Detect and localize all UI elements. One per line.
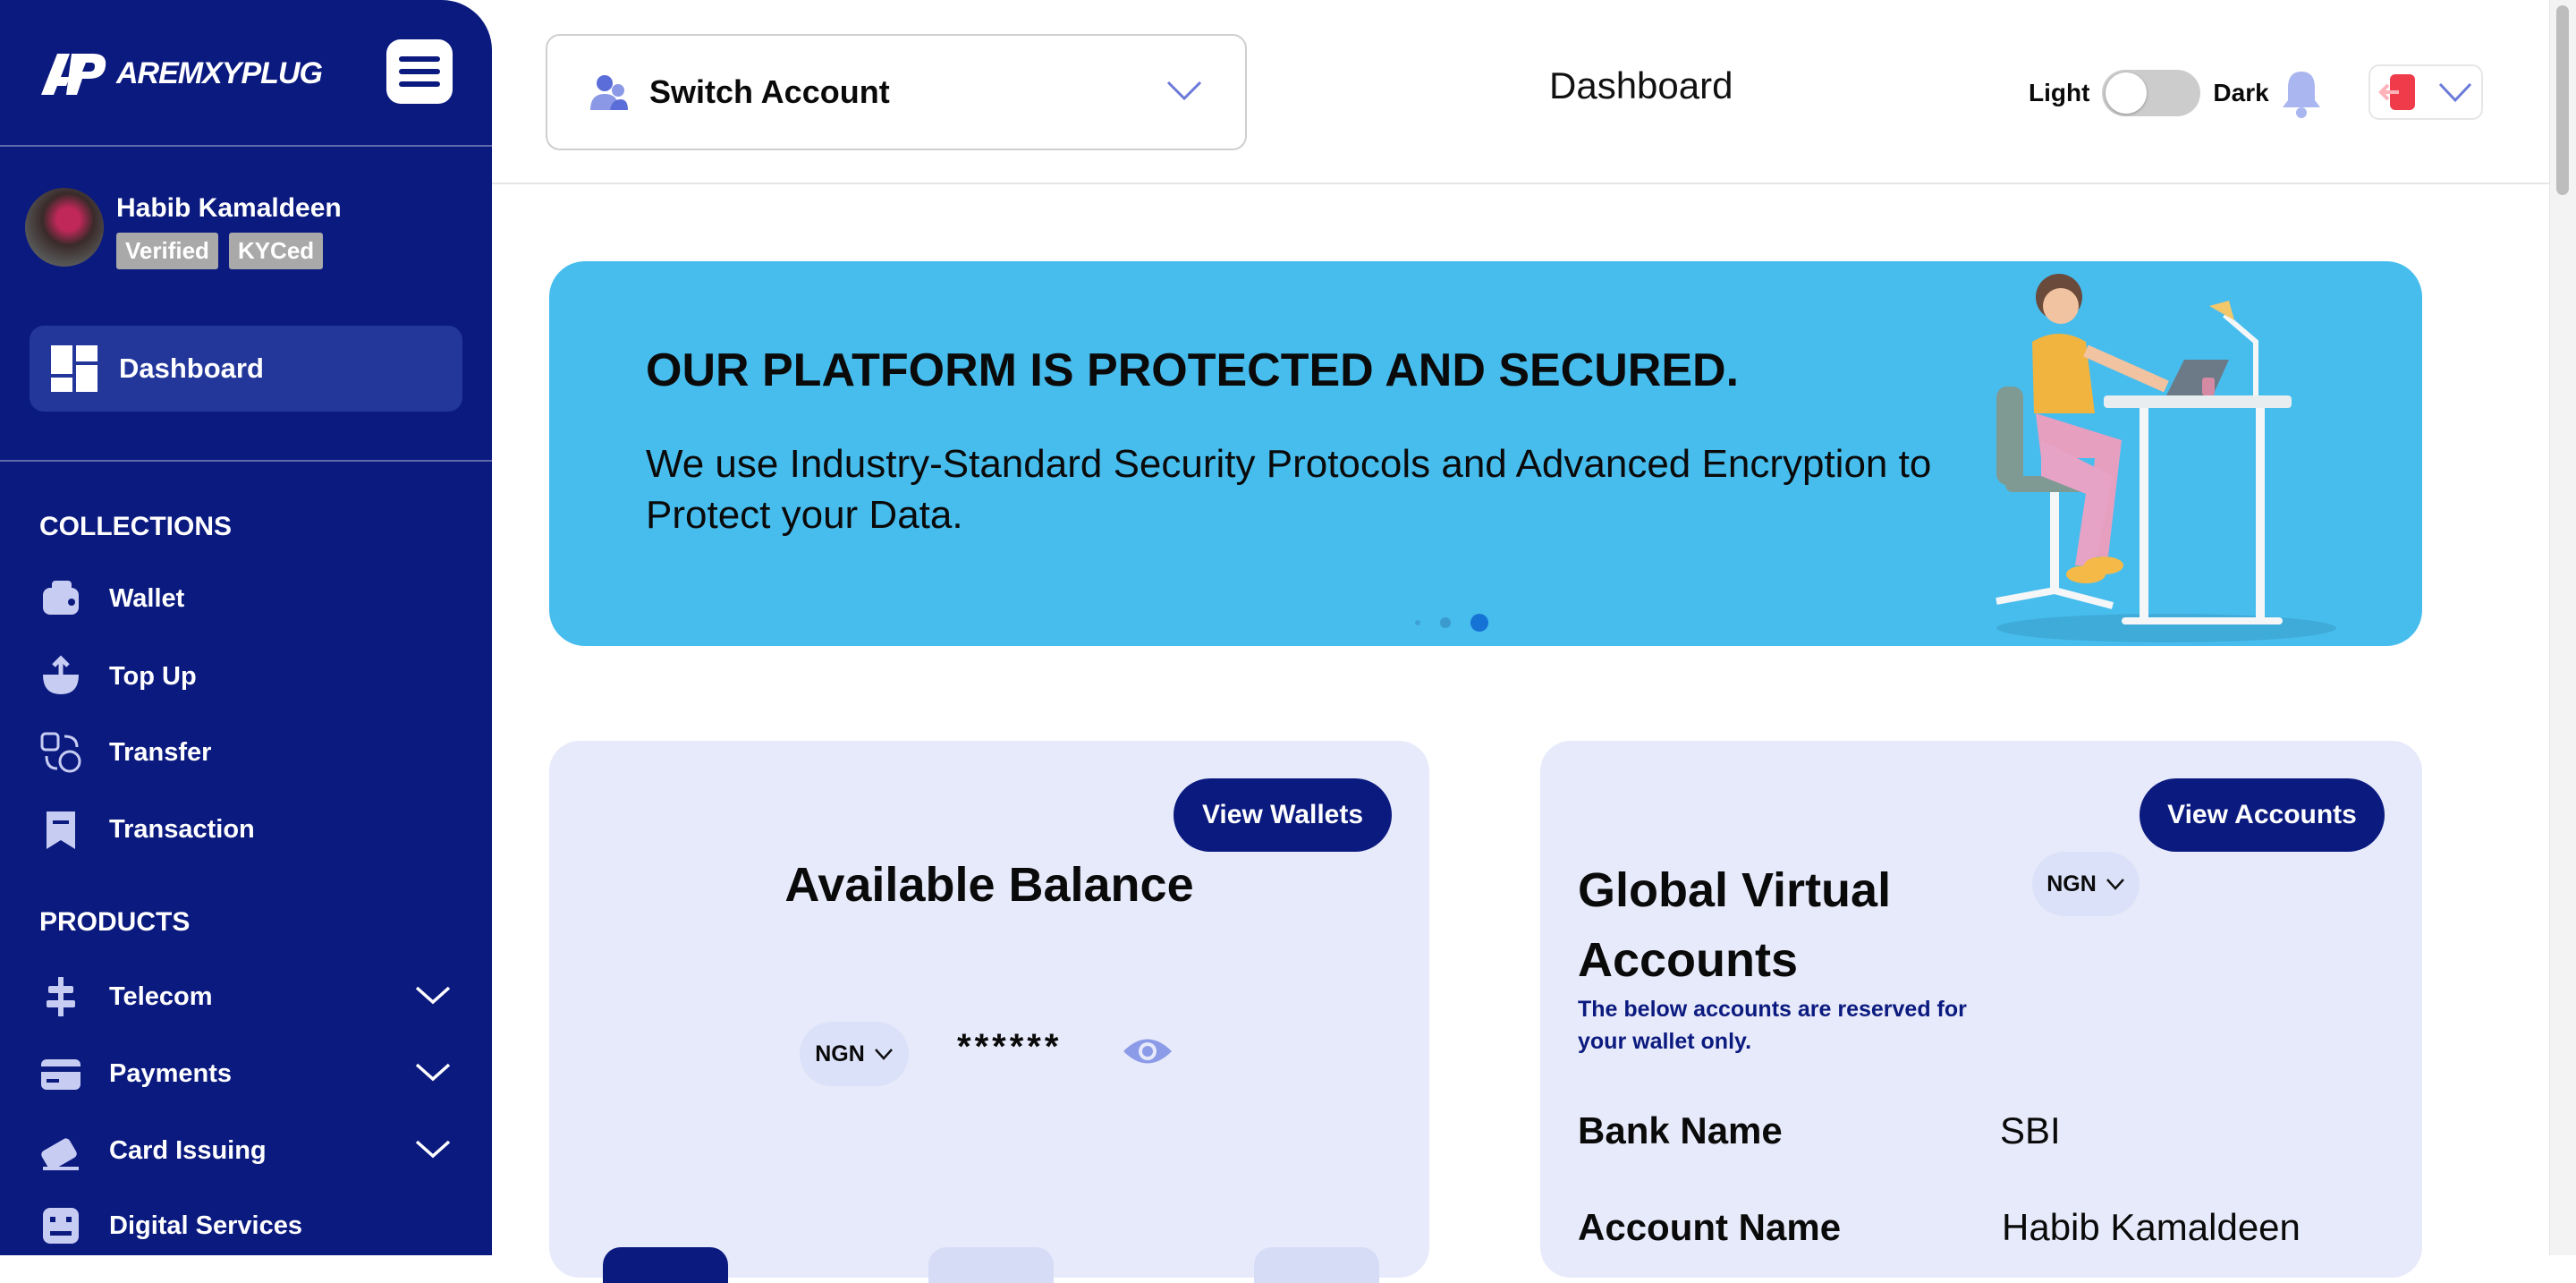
bank-name-label: Bank Name [1578,1109,1783,1151]
account-name-label: Account Name [1578,1206,1842,1248]
sidebar-item-dashboard[interactable]: Dashboard [30,326,462,412]
brand-name: AREMXYPLUG [116,55,323,90]
sidebar-item-transfer[interactable]: Transfer [39,731,451,774]
virtual-accounts-title: Global Virtual Accounts [1578,863,1892,987]
user-menu[interactable] [2368,64,2483,120]
avatar[interactable] [25,188,104,267]
menu-icon [399,56,440,62]
currency-value: NGN [815,1041,865,1066]
theme-toggle[interactable] [2102,70,2201,116]
user-name: Habib Kamaldeen [116,193,342,223]
balance-tab[interactable] [1254,1247,1379,1283]
sidebar-item-digital-services[interactable]: Digital Services [39,1204,451,1247]
verified-badge: Verified [116,233,218,269]
sidebar-divider [0,145,492,147]
section-title-products: PRODUCTS [39,907,191,937]
eye-icon[interactable] [1122,1032,1174,1070]
banner-text: We use Industry-Standard Security Protoc… [646,442,1932,537]
sidebar-item-label: Payments [109,1058,233,1088]
logo-mark-icon [41,54,106,95]
sidebar-item-label: Digital Services [109,1211,302,1240]
card-issue-icon [41,1138,79,1170]
sidebar-item-label: Transaction [109,814,255,844]
card-icon [41,1059,80,1090]
sidebar-item-label: Dashboard [119,353,264,384]
receipt-icon [47,811,75,849]
sidebar-item-telecom[interactable]: Telecom [39,975,451,1018]
section-title-collections: COLLECTIONS [39,512,232,541]
sidebar-item-payments[interactable]: Payments [39,1052,451,1095]
chevron-down-icon[interactable] [415,1059,451,1084]
scrollbar-thumb[interactable] [2556,5,2569,195]
logout-icon [2378,74,2415,110]
transfer-icon [40,732,81,773]
sidebar-item-label: Card Issuing [109,1135,267,1165]
balance-amount: ****** [957,1027,1063,1066]
users-icon [590,75,628,110]
sidebar-item-label: Wallet [109,583,185,613]
wallet-icon [43,581,79,615]
currency-select[interactable]: NGN [2032,852,2140,916]
sidebar: AREMXYPLUG Habib Kamaldeen Verified KYCe… [0,0,492,1255]
sidebar-item-transaction[interactable]: Transaction [39,808,451,851]
chevron-down-icon [2438,82,2472,103]
chevron-down-icon[interactable] [415,1136,451,1161]
currency-value: NGN [2046,871,2097,896]
top-up-icon [43,655,79,694]
bank-name-value: SBI [2000,1109,2061,1151]
sidebar-item-label: Transfer [109,737,212,767]
view-wallets-button[interactable]: View Wallets [1174,778,1392,852]
currency-select[interactable]: NGN [800,1022,909,1086]
sidebar-divider [0,460,492,462]
sidebar-toggle-button[interactable] [386,39,453,104]
carousel-dot[interactable] [1440,617,1451,628]
user-profile: Habib Kamaldeen Verified KYCed [25,188,342,269]
bell-icon[interactable] [2279,68,2324,118]
switch-account-dropdown[interactable]: Switch Account [546,34,1247,150]
theme-switch: Light Dark [2029,70,2269,116]
account-name-value: Habib Kamaldeen [2002,1206,2301,1248]
carousel-dots [1415,614,1488,632]
carousel-dot[interactable] [1415,620,1420,625]
top-header: Switch Account Dashboard Light Dark [492,0,2549,184]
switch-account-label: Switch Account [649,73,890,110]
sidebar-item-wallet[interactable]: Wallet [39,577,451,620]
sidebar-item-top-up[interactable]: Top Up [39,655,451,698]
available-balance-card: View Wallets Available Balance NGN *****… [549,741,1429,1283]
chevron-down-icon [2106,879,2124,890]
chevron-down-icon [874,1049,893,1060]
digital-services-icon [43,1208,79,1244]
theme-light-label: Light [2029,79,2090,106]
available-balance-title: Available Balance [784,858,1194,912]
carousel-dot-active[interactable] [1470,614,1488,632]
page-title: Dashboard [1549,64,1733,106]
virtual-accounts-subtitle: The below accounts are reserved for your… [1578,997,1967,1054]
chevron-down-icon [1166,81,1202,101]
chevron-down-icon[interactable] [415,982,451,1007]
brand-logo[interactable]: AREMXYPLUG [38,50,323,97]
sidebar-item-label: Top Up [109,661,197,691]
view-accounts-button[interactable]: View Accounts [2140,778,2385,852]
sidebar-item-card-issuing[interactable]: Card Issuing [39,1129,451,1172]
balance-tab[interactable] [928,1247,1054,1283]
kyc-badge: KYCed [228,233,324,269]
theme-dark-label: Dark [2213,79,2269,106]
banner-title: OUR PLATFORM IS PROTECTED AND SECURED. [646,344,1740,396]
person-at-desk-illustration [1996,274,2336,642]
dashboard-icon [51,345,97,392]
virtual-accounts-card: View Accounts Global Virtual Accounts NG… [1540,741,2422,1278]
telecom-icon [47,977,75,1016]
promo-banner: OUR PLATFORM IS PROTECTED AND SECURED. W… [549,261,2422,646]
sidebar-item-label: Telecom [109,981,213,1011]
balance-tab[interactable] [603,1247,728,1283]
